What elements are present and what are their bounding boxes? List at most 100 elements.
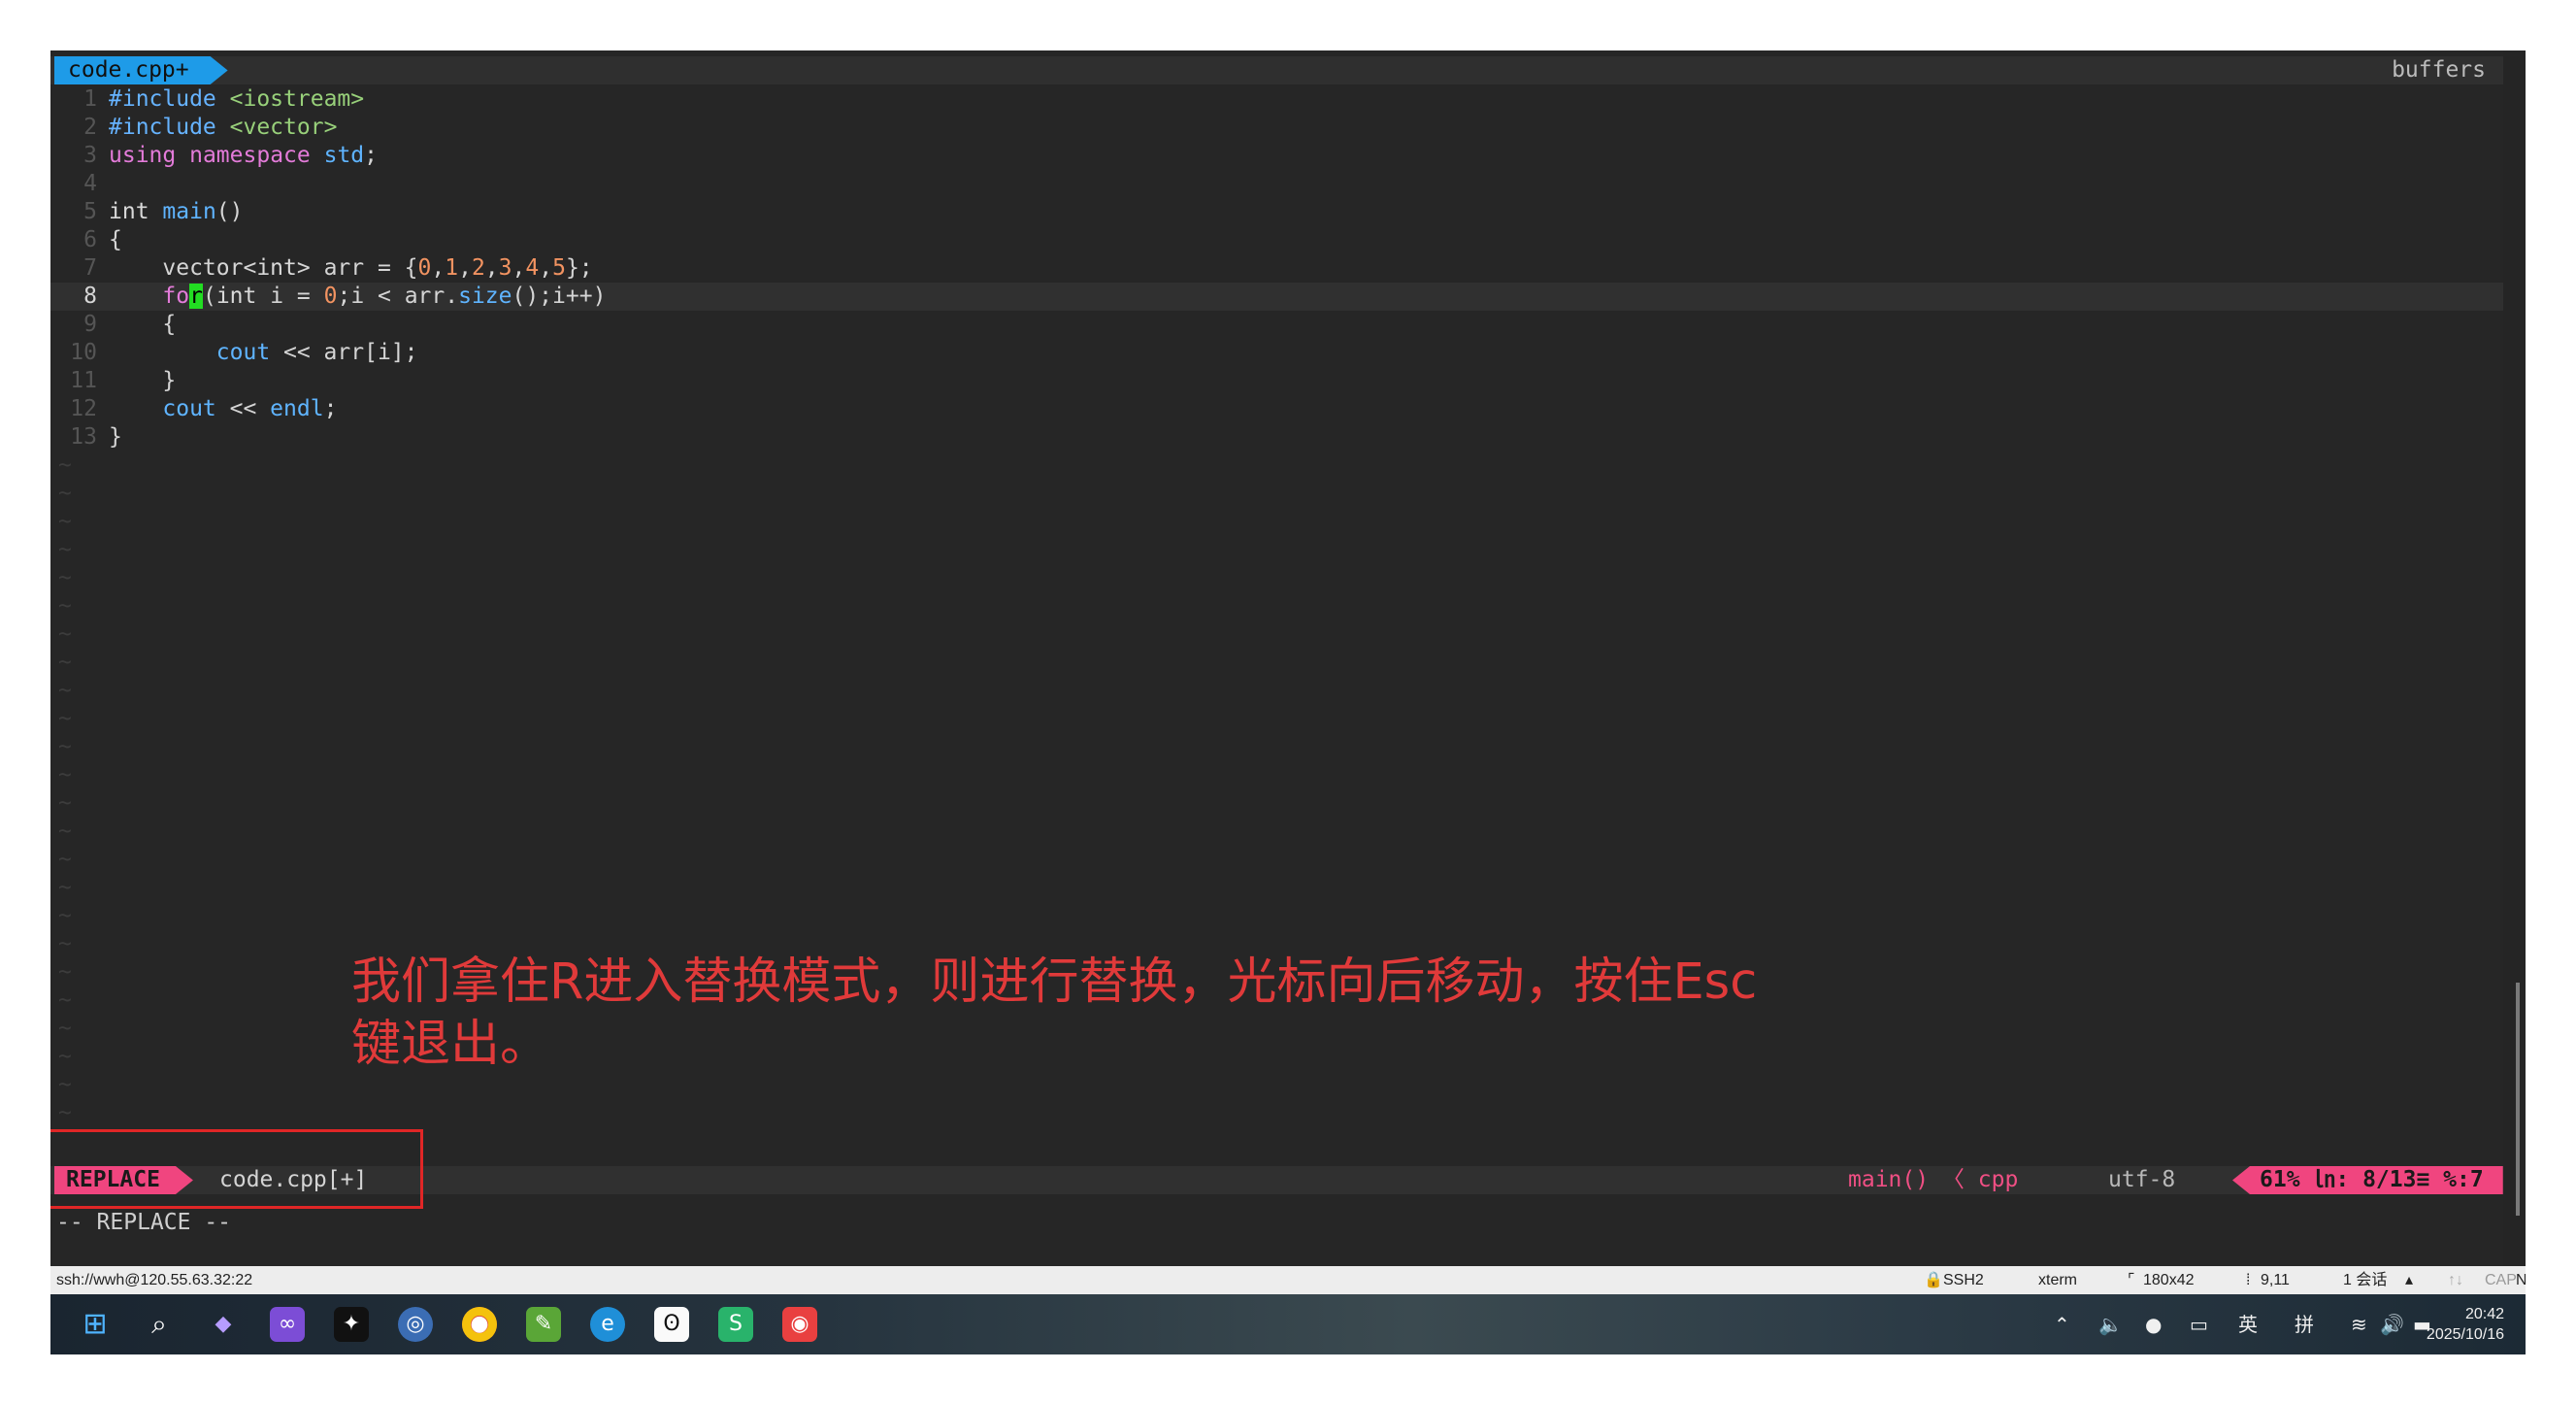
line-number: 8 xyxy=(83,284,97,309)
vim-cmdline[interactable]: -- REPLACE -- xyxy=(56,1209,231,1237)
scrollbar[interactable] xyxy=(2516,983,2520,1216)
wechat-app-icon[interactable]: S xyxy=(718,1307,753,1342)
code-token: int xyxy=(256,255,297,281)
code-token: int xyxy=(215,284,257,309)
code-token: ; xyxy=(323,396,338,421)
code-line[interactable]: 2 #include <vector> xyxy=(50,114,2503,142)
code-text[interactable]: #include <iostream> xyxy=(109,85,364,114)
wps-app-icon[interactable]: ◉ xyxy=(782,1307,817,1342)
code-token: << xyxy=(215,396,271,421)
code-text[interactable]: cout << arr[i]; xyxy=(109,339,418,367)
code-text[interactable]: } xyxy=(109,423,122,451)
speaker-tray-icon[interactable]: 🔈 xyxy=(2098,1312,2123,1337)
code-token: , xyxy=(484,255,499,281)
ime-mode[interactable]: 拼 xyxy=(2295,1312,2314,1337)
panda-app-icon[interactable]: ʘ xyxy=(654,1307,689,1342)
code-token: { xyxy=(109,227,122,252)
code-text[interactable]: int main() xyxy=(109,198,244,226)
clock-time: 20:42 xyxy=(2464,1306,2504,1322)
game-app-icon[interactable]: ✦ xyxy=(334,1307,369,1342)
qq-icon[interactable]: ● xyxy=(2145,1312,2162,1337)
code-token: fo xyxy=(162,284,190,309)
empty-line-marker: ~ xyxy=(58,903,72,928)
code-token: , xyxy=(458,255,472,281)
vim-tabline: code.cpp+ buffers xyxy=(50,56,2503,84)
clock-date: 2025/10/16 xyxy=(2426,1326,2504,1343)
ssh-status-bar: ssh://wwh@120.55.63.32:22 🔒 SSH2 xterm ⌜… xyxy=(50,1266,2526,1294)
visual-studio-icon[interactable]: ∞ xyxy=(270,1307,305,1342)
code-token: i = xyxy=(256,284,324,309)
code-token: cout xyxy=(162,396,216,421)
code-token: std xyxy=(323,143,365,168)
windows-start-icon[interactable]: ⊞ xyxy=(78,1307,113,1342)
code-line[interactable]: 10 cout << arr[i]; xyxy=(50,339,2503,367)
ssh-protocol: SSH2 xyxy=(1943,1272,1984,1288)
code-text[interactable]: { xyxy=(109,311,176,339)
code-text[interactable]: cout << endl; xyxy=(109,395,337,423)
code-line[interactable]: 9 { xyxy=(50,311,2503,339)
caps-indicator: CAP xyxy=(2485,1272,2517,1288)
code-line[interactable]: 7 vector<int> arr = {0,1,2,3,4,5}; xyxy=(50,254,2503,283)
code-token: }; xyxy=(565,255,593,281)
vim-editor[interactable]: code.cpp+ buffers 1 #include <iostream> 2 #… xyxy=(50,50,2503,1266)
code-text[interactable]: { xyxy=(109,226,122,254)
code-token: main xyxy=(162,199,216,224)
code-line[interactable]: 11 } xyxy=(50,367,2503,395)
line-number: 2 xyxy=(83,115,97,140)
display-icon[interactable]: ▭ xyxy=(2190,1312,2208,1337)
code-line-current[interactable]: 8 for(int i = 0;i < arr.size();i++) xyxy=(50,283,2503,311)
code-line[interactable]: 1 #include <iostream> xyxy=(50,85,2503,114)
code-token: 4 xyxy=(525,255,540,281)
code-text[interactable]: for(int i = 0;i < arr.size();i++) xyxy=(109,283,606,311)
code-text[interactable]: using namespace std; xyxy=(109,142,378,170)
ime-language[interactable]: 英 xyxy=(2238,1312,2258,1337)
empty-line-marker: ~ xyxy=(58,481,72,506)
code-line[interactable]: 4 xyxy=(50,170,2503,198)
code-line[interactable]: 3 using namespace std; xyxy=(50,142,2503,170)
session-count[interactable]: 1 会话 xyxy=(2343,1266,2387,1294)
notepad-icon[interactable]: ✎ xyxy=(526,1307,561,1342)
code-token: namespace xyxy=(189,143,311,168)
lock-icon: 🔒 xyxy=(1924,1272,1943,1288)
tab-code-cpp[interactable]: code.cpp+ xyxy=(54,56,228,84)
session-arrow-icon[interactable]: ▴ xyxy=(2405,1266,2413,1294)
chevron-up-icon[interactable]: ⌃ xyxy=(2054,1312,2070,1337)
code-line[interactable]: 13} xyxy=(50,423,2503,451)
empty-line-marker: ~ xyxy=(58,1072,72,1097)
code-line[interactable]: 12 cout << endl; xyxy=(50,395,2503,423)
bird-app-icon[interactable]: ◆ xyxy=(206,1307,241,1342)
terminal-window: code.cpp+ buffers 1 #include <iostream> 2 #… xyxy=(50,50,2526,1354)
empty-line-marker: ~ xyxy=(58,650,72,675)
buffers-label: buffers xyxy=(2392,57,2486,83)
code-token: 5 xyxy=(552,255,566,281)
wifi-icon[interactable]: ≋ xyxy=(2351,1312,2367,1337)
empty-line-marker: ~ xyxy=(58,875,72,900)
code-token: ; xyxy=(364,143,378,168)
size-icon: ⌜ xyxy=(2128,1272,2135,1288)
search-icon[interactable]: ⌕ xyxy=(142,1307,177,1342)
code-token: <iostream> xyxy=(229,86,365,112)
edge-icon[interactable]: e xyxy=(590,1307,625,1342)
code-token: ;i < arr. xyxy=(337,284,459,309)
volume-icon[interactable]: 🔊 xyxy=(2380,1312,2404,1337)
empty-line-marker: ~ xyxy=(58,987,72,1013)
chrome-ui-app-icon[interactable]: ◎ xyxy=(398,1307,433,1342)
system-clock[interactable]: 20:42 2025/10/16 xyxy=(2427,1304,2504,1345)
empty-line-marker: ~ xyxy=(58,1016,72,1041)
code-text[interactable]: #include <vector> xyxy=(109,114,337,142)
empty-line-marker: ~ xyxy=(58,931,72,956)
cursor-position: 9,11 xyxy=(2261,1272,2290,1288)
code-line[interactable]: 5 int main() xyxy=(50,198,2503,226)
code-text[interactable]: } xyxy=(109,367,176,395)
code-text[interactable]: vector<int> arr = {0,1,2,3,4,5}; xyxy=(109,254,593,283)
code-token: << arr[i]; xyxy=(270,340,418,365)
code-line[interactable]: 6{ xyxy=(50,226,2503,254)
line-number: 11 xyxy=(70,368,97,393)
line-number: 13 xyxy=(70,424,97,450)
empty-line-marker: ~ xyxy=(58,537,72,562)
chrome-icon[interactable]: ● xyxy=(462,1307,497,1342)
empty-line-marker: ~ xyxy=(58,1100,72,1125)
